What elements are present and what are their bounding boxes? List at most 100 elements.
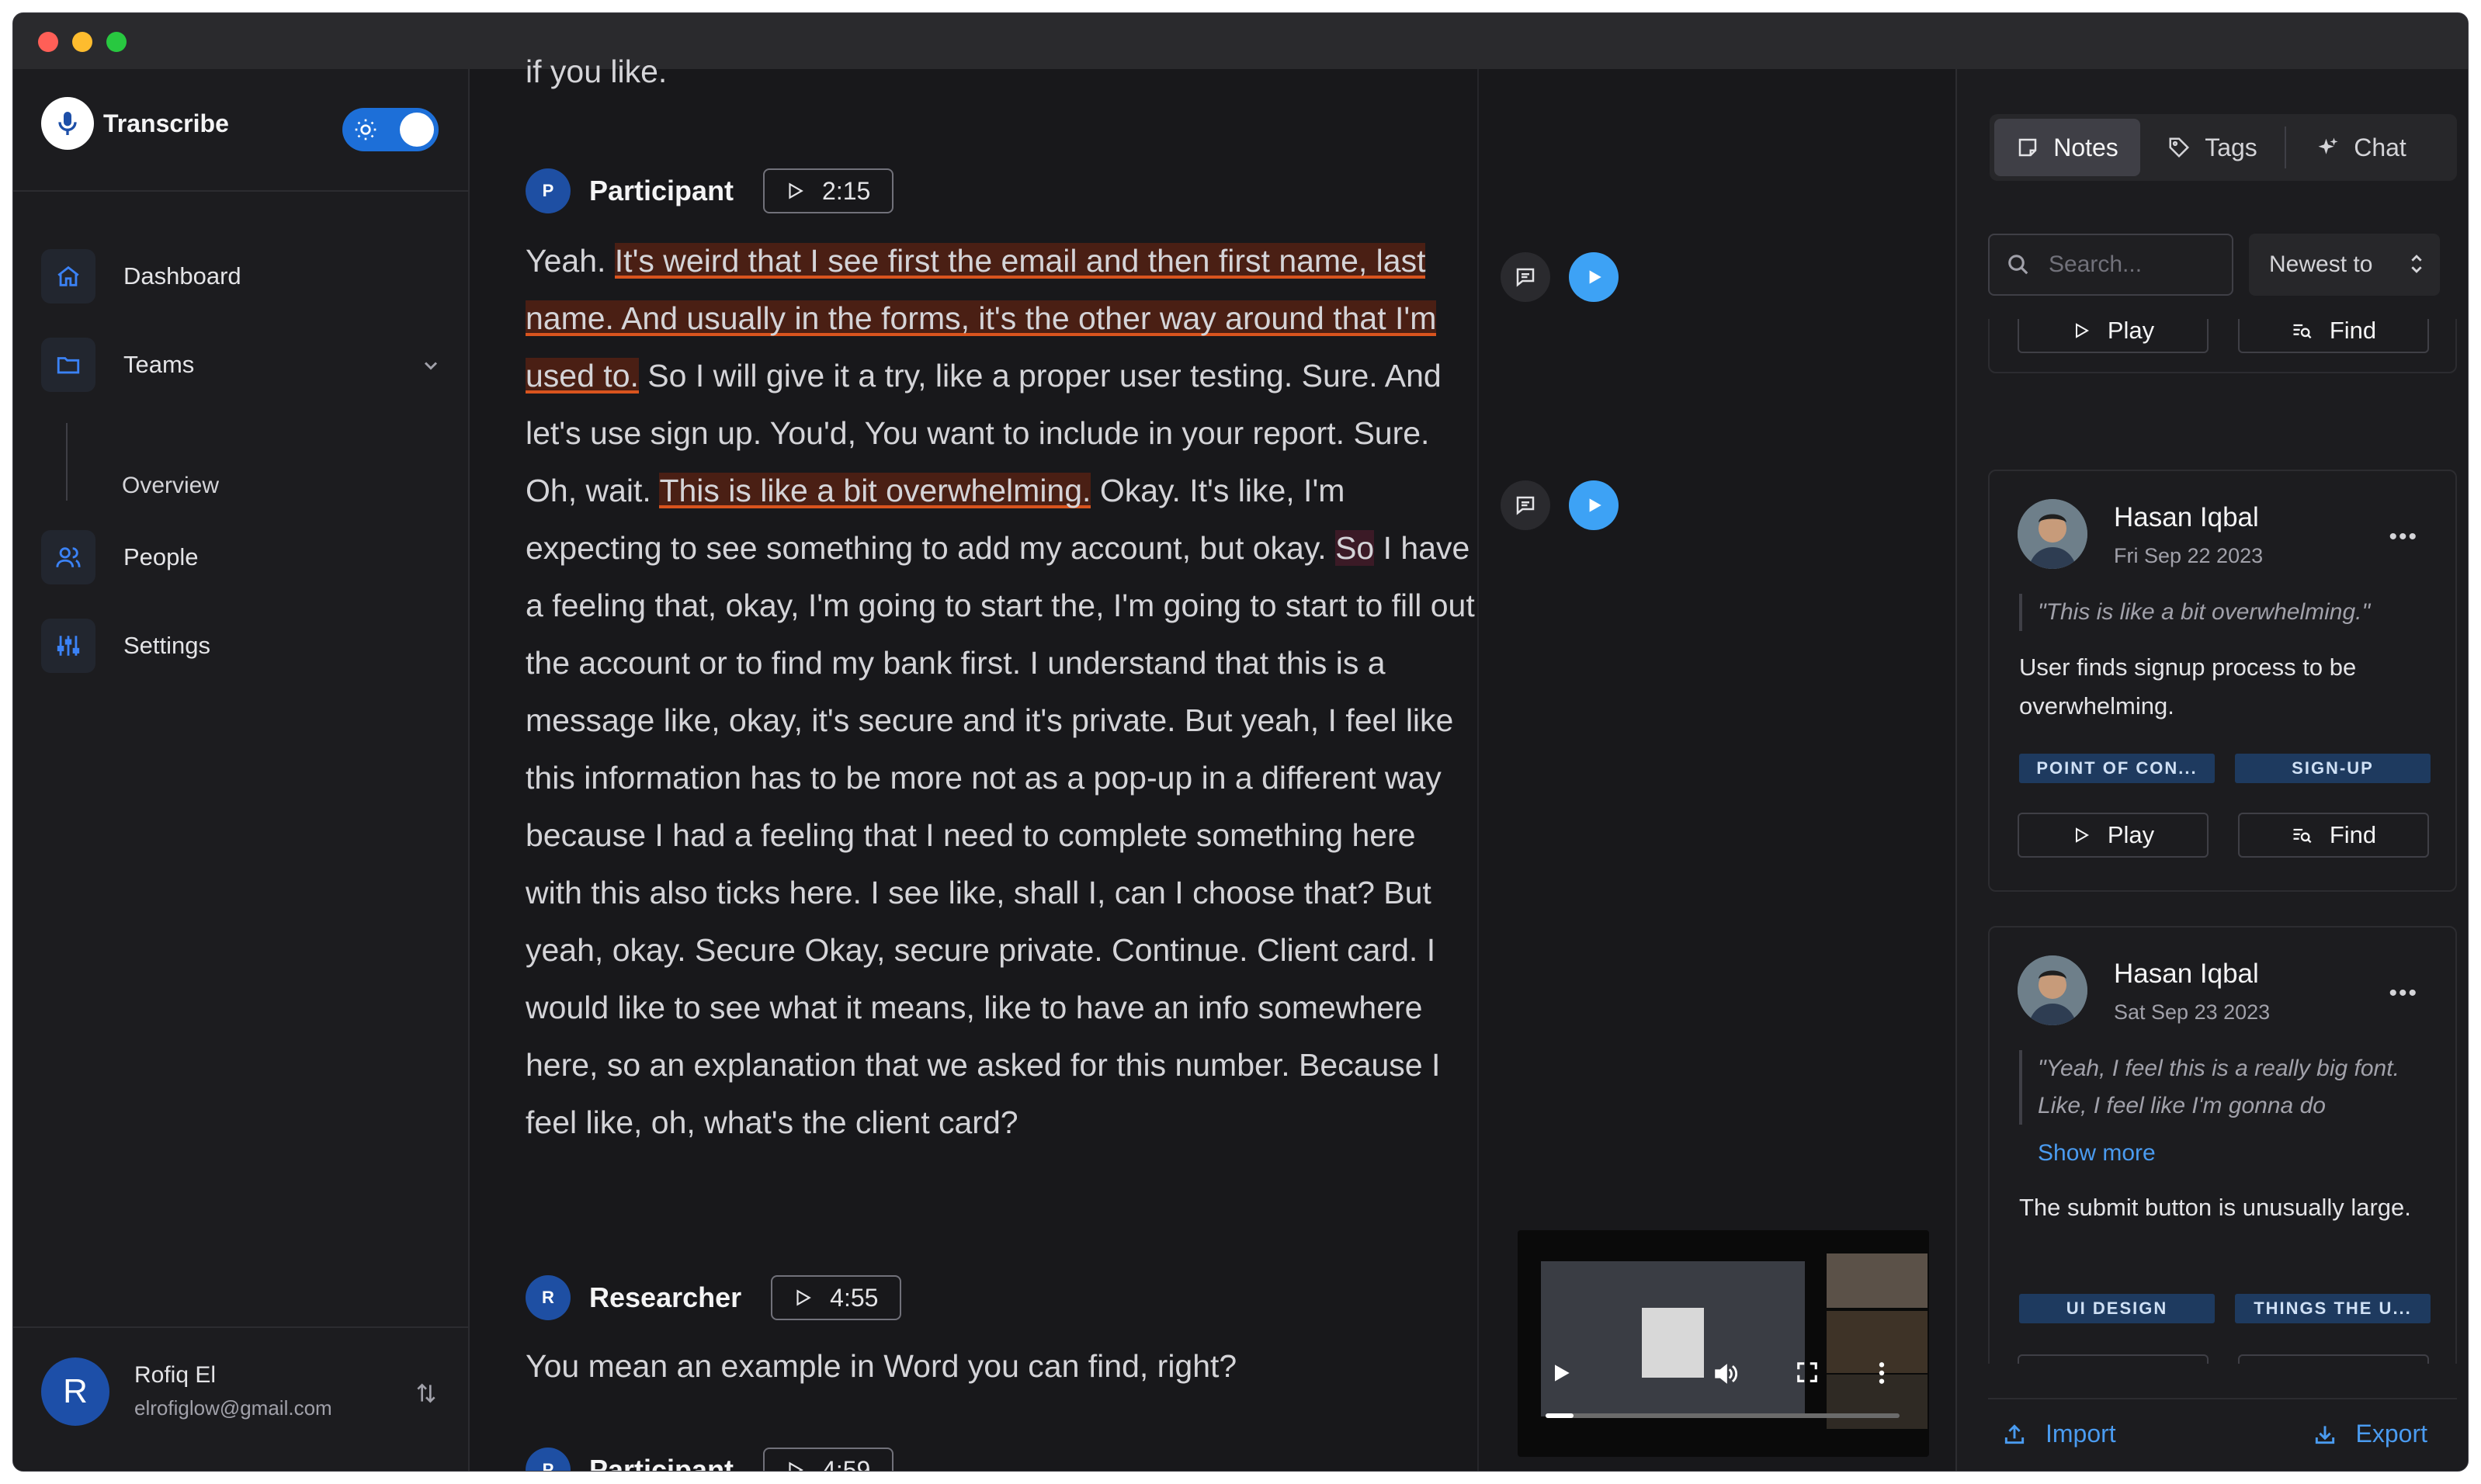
play-icon[interactable] [1549, 1361, 1574, 1389]
export-button[interactable]: Export [2313, 1420, 2427, 1448]
transcript-text: You mean an example in Word you can find… [526, 1348, 1237, 1384]
video-participant-cam [1827, 1253, 1928, 1308]
transcript-text: if you like. [526, 54, 668, 89]
notes-panel: Notes Tags Chat Search... Newest to Play… [1955, 69, 2468, 1471]
note-tag[interactable]: POINT OF CON... [2019, 754, 2215, 783]
panel-footer-divider [1988, 1398, 2457, 1399]
timestamp-label: 2:15 [822, 176, 871, 205]
button-label: Find [2329, 319, 2377, 344]
notes-list: Play Find Hasan Iqbal Fri Sep 22 2023 ••… [1988, 319, 2457, 1364]
highlight-actions [1501, 480, 1619, 530]
sidebar-item-label: People [123, 543, 199, 570]
sub-nav-line [66, 423, 68, 501]
avatar: R [41, 1357, 109, 1426]
close-window-button[interactable] [38, 32, 58, 52]
video-document [1642, 1308, 1704, 1378]
more-horizontal-icon[interactable]: ••• [2389, 980, 2418, 1007]
volume-icon[interactable] [1710, 1361, 1740, 1391]
tab-notes[interactable]: Notes [1994, 119, 2140, 176]
sidebar-item-overview[interactable]: Overview [122, 473, 219, 499]
theme-toggle[interactable] [342, 108, 439, 151]
transcript-segment: I have a feeling that, okay, I'm going t… [526, 530, 1475, 1140]
sparkle-icon [2318, 137, 2338, 154]
sidebar-item-label: Settings [123, 632, 211, 659]
note-find-button[interactable]: Find [2238, 319, 2429, 353]
more-vertical-icon[interactable] [1876, 1361, 1887, 1389]
sidebar-divider [13, 190, 468, 192]
note-find-button[interactable]: Find [2238, 813, 2429, 858]
play-icon[interactable] [1569, 480, 1619, 530]
note-find-button[interactable] [2238, 1354, 2429, 1364]
note-play-button[interactable]: Play [2018, 813, 2209, 858]
note-card[interactable]: Hasan Iqbal Fri Sep 22 2023 ••• "This is… [1988, 470, 2457, 892]
sidebar-item-label: Dashboard [123, 262, 241, 290]
more-horizontal-icon[interactable]: ••• [2389, 524, 2418, 550]
tab-label: Notes [2053, 133, 2118, 161]
note-author: Hasan Iqbal [2114, 502, 2259, 532]
speaker-name: Researcher [589, 1281, 742, 1313]
chevron-down-icon[interactable] [420, 355, 442, 380]
upload-icon [2004, 1423, 2025, 1444]
sort-select[interactable]: Newest to [2249, 234, 2440, 296]
button-label: Find [2329, 821, 2377, 848]
note-card[interactable]: Hasan Iqbal Sat Sep 23 2023 ••• "Yeah, I… [1988, 926, 2457, 1364]
fullscreen-icon[interactable] [1796, 1361, 1819, 1388]
brand[interactable]: Transcribe [41, 97, 229, 150]
timestamp-button[interactable]: 2:15 [763, 168, 894, 213]
highlighted-segment[interactable]: This is like a bit overwhelming. [659, 473, 1091, 508]
button-label: Play [2107, 319, 2155, 344]
sidebar-item-dashboard[interactable]: Dashboard [41, 249, 442, 303]
user-name: Rofiq El [134, 1362, 217, 1388]
sidebar-item-teams[interactable]: Teams [41, 338, 442, 392]
tab-label: Chat [2354, 133, 2406, 161]
export-label: Export [2355, 1420, 2427, 1448]
note-play-button[interactable]: Play [2018, 319, 2209, 353]
show-more-link[interactable]: Show more [2038, 1140, 2156, 1167]
note-play-button[interactable] [2018, 1354, 2209, 1364]
note-icon [2018, 138, 2037, 157]
speaker-row: P Participant 2:15 [526, 168, 894, 213]
maximize-window-button[interactable] [106, 32, 127, 52]
selected-segment[interactable]: So [1335, 530, 1375, 566]
play-icon[interactable] [1569, 252, 1619, 302]
transcript-paragraph: Yeah. It's weird that I see first the em… [526, 232, 1480, 1151]
button-label: Play [2107, 821, 2155, 848]
tab-tags[interactable]: Tags [2140, 119, 2285, 176]
user-account[interactable]: R Rofiq El elrofiglow@gmail.com [13, 1326, 468, 1471]
notes-search-input[interactable]: Search... [1988, 234, 2233, 296]
note-tag[interactable]: SIGN-UP [2235, 754, 2431, 783]
avatar [2018, 955, 2087, 1025]
speaker-badge: P [526, 168, 571, 213]
video-screen-share [1541, 1261, 1805, 1416]
note-tag[interactable]: UI DESIGN [2019, 1294, 2215, 1323]
tab-chat[interactable]: Chat [2286, 119, 2437, 176]
speaker-name: Participant [589, 175, 734, 206]
note-body: The submit button is unusually large. [2019, 1194, 2411, 1221]
tab-label: Tags [2205, 133, 2257, 161]
app-window: Transcribe Dashboard Teams Overview Peop… [12, 12, 2469, 1472]
comment-icon[interactable] [1501, 480, 1550, 530]
note-tag[interactable]: THINGS THE U... [2235, 1294, 2431, 1323]
note-body: User finds signup process to be overwhel… [2019, 654, 2357, 719]
speaker-row: P Participant 4:59 [526, 1448, 894, 1472]
timestamp-button[interactable]: 4:55 [771, 1275, 902, 1320]
sidebar-item-settings[interactable]: Settings [41, 619, 442, 673]
sidebar-item-people[interactable]: People [41, 530, 442, 584]
user-email: elrofiglow@gmail.com [134, 1396, 332, 1420]
download-icon [2315, 1425, 2334, 1444]
minimize-window-button[interactable] [72, 32, 92, 52]
import-button[interactable]: Import [2002, 1420, 2116, 1448]
video-progress-bar[interactable] [1546, 1413, 1900, 1418]
comment-icon[interactable] [1501, 252, 1550, 302]
sidebar-item-label: Teams [123, 351, 195, 378]
speaker-row: R Researcher 4:55 [526, 1275, 902, 1320]
sliders-icon [41, 619, 95, 673]
search-placeholder: Search... [2049, 251, 2143, 277]
speaker-name: Participant [589, 1454, 734, 1472]
timestamp-button[interactable]: 4:59 [763, 1448, 894, 1471]
video-player[interactable] [1518, 1230, 1929, 1457]
switch-account-icon[interactable] [414, 1378, 439, 1413]
toggle-knob [400, 113, 434, 147]
note-quote: "Yeah, I feel this is a really big font.… [2019, 1050, 2438, 1125]
sort-label: Newest to [2269, 251, 2373, 277]
